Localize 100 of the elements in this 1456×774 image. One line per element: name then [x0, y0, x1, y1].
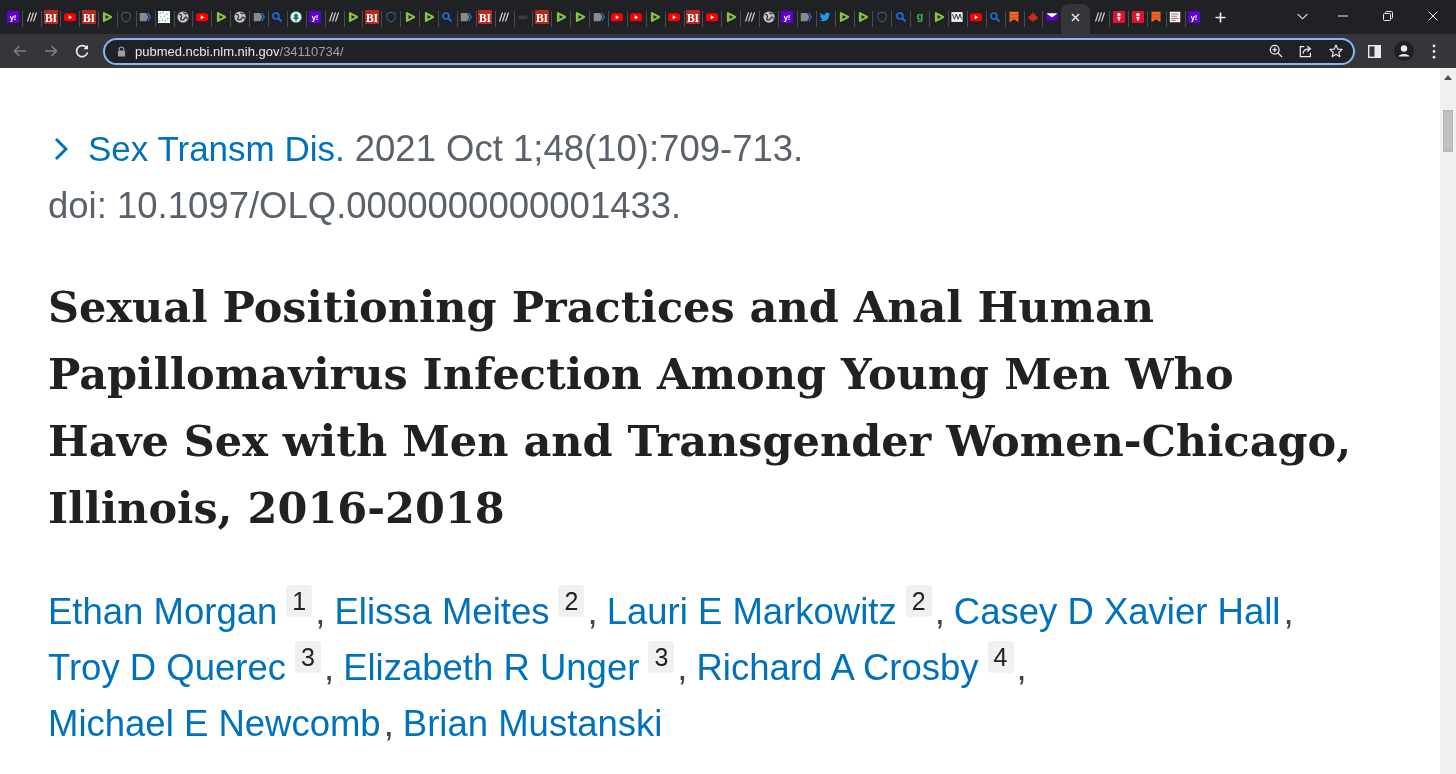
- globe-icon: [233, 11, 246, 23]
- scrollbar-thumb[interactable]: [1443, 110, 1453, 152]
- avatar-icon: [1394, 41, 1414, 61]
- zoom-in-icon: [1269, 44, 1283, 58]
- author-link[interactable]: Lauri E Markowitz: [606, 591, 897, 632]
- browser-tab[interactable]: BI: [79, 4, 98, 34]
- scrollbar[interactable]: [1440, 68, 1456, 774]
- letter-tile-icon: BI: [534, 10, 549, 24]
- browser-tab[interactable]: BI: [41, 4, 61, 34]
- pin-icon: [1131, 11, 1144, 23]
- letter-tile-icon: y!: [781, 11, 794, 23]
- browser-tab[interactable]: BI: [362, 4, 382, 34]
- side-panel-icon: [1367, 44, 1381, 58]
- play-triangle-icon: [346, 11, 359, 23]
- slanted-bars-icon: [328, 11, 341, 23]
- shield-icon: [384, 11, 397, 23]
- browser-tab[interactable]: [1061, 4, 1091, 34]
- author-link[interactable]: Brian Mustanski: [402, 703, 663, 744]
- search-icon: [441, 11, 454, 23]
- video-play-icon: [611, 11, 624, 23]
- shield-icon: [875, 11, 888, 23]
- close-icon[interactable]: [1071, 13, 1081, 22]
- letter-tile-icon: BI: [43, 10, 58, 24]
- tag-arrow-icon: [460, 11, 473, 23]
- video-play-icon: [195, 11, 208, 23]
- globe-icon: [176, 11, 189, 23]
- separator-text: ,: [587, 591, 598, 632]
- separator-text: ,: [324, 647, 335, 688]
- separator-text: ,: [1283, 591, 1294, 632]
- letter-tile-icon: y!: [309, 11, 322, 23]
- journal-link[interactable]: Sex Transm Dis.: [88, 128, 345, 169]
- separator-text: ,: [1016, 647, 1027, 688]
- url-path-text: /34110734/: [279, 43, 344, 59]
- lock-icon: [117, 45, 126, 57]
- affiliation-button[interactable]: 4: [987, 641, 1014, 673]
- slanted-bars-icon: [25, 11, 38, 23]
- author-link[interactable]: Richard A Crosby: [696, 647, 979, 688]
- video-play-icon: [668, 11, 681, 23]
- play-triangle-icon: [554, 11, 567, 23]
- play-triangle-icon: [649, 11, 662, 23]
- affiliation-button[interactable]: 3: [648, 641, 675, 673]
- search-icon: [989, 11, 1002, 23]
- browser-tab[interactable]: BI: [683, 4, 703, 34]
- letter-tile-icon: y!: [6, 11, 19, 23]
- url-host-text: pubmed.ncbi.nlm.nih.gov: [135, 43, 280, 59]
- author-link[interactable]: Elissa Meites: [334, 591, 550, 632]
- play-triangle-icon: [573, 11, 586, 23]
- author-link[interactable]: Troy D Querec: [48, 647, 286, 688]
- play-triangle-icon: [101, 11, 114, 23]
- separator-text: ,: [934, 591, 945, 632]
- tree-icon: [290, 11, 303, 23]
- search-icon: [271, 11, 284, 23]
- play-triangle-icon: [214, 11, 227, 23]
- doi-text: doi: 10.1097/OLQ.0000000000001433.: [48, 185, 682, 226]
- scroll-up-icon[interactable]: [1444, 75, 1452, 80]
- separator-text: ,: [315, 591, 326, 632]
- letter-icon: g: [913, 11, 926, 23]
- chevron-down-icon: [1296, 12, 1308, 20]
- affiliation-button[interactable]: 1: [286, 585, 313, 617]
- video-play-icon: [63, 11, 76, 23]
- chevron-right-icon[interactable]: [54, 136, 68, 161]
- pin-icon: [1112, 11, 1125, 23]
- browser-tab[interactable]: y!: [778, 4, 797, 34]
- tag-arrow-icon: [592, 11, 605, 23]
- envelope-icon: [1045, 11, 1058, 23]
- author-link[interactable]: Elizabeth R Unger: [343, 647, 640, 688]
- restore-icon: [1382, 11, 1393, 21]
- affiliation-button[interactable]: 2: [905, 585, 932, 617]
- citation-text: 2021 Oct 1;48(10):709-713.: [354, 127, 804, 170]
- separator-text: ,: [677, 647, 688, 688]
- affiliation-button[interactable]: 3: [295, 641, 321, 673]
- bird-icon: [819, 11, 832, 23]
- reload-icon: [75, 44, 89, 58]
- separator-text: ,: [383, 703, 394, 744]
- play-triangle-icon: [838, 11, 851, 23]
- search-icon: [894, 11, 907, 23]
- address-field[interactable]: pubmed.ncbi.nlm.nih.gov/34110734/: [103, 37, 1355, 65]
- bookmark-icon: [1008, 11, 1021, 23]
- author-link[interactable]: Casey D Xavier Hall: [953, 591, 1281, 632]
- browser-tab[interactable]: y!: [3, 4, 23, 34]
- share-icon: [1299, 44, 1313, 58]
- letter-tile-icon: BI: [364, 10, 379, 24]
- play-triangle-icon: [857, 11, 869, 23]
- document-icon: [1169, 11, 1182, 23]
- shield-icon: [120, 11, 133, 23]
- author-link[interactable]: Michael E Newcomb: [48, 703, 381, 744]
- letter-tile-icon: BI: [686, 10, 700, 24]
- author-link[interactable]: Ethan Morgan: [48, 591, 278, 632]
- bookmark-icon: [1150, 11, 1163, 23]
- browser-tab[interactable]: g: [910, 4, 930, 34]
- slanted-bars-icon: [1093, 11, 1106, 23]
- affiliation-button[interactable]: 2: [558, 585, 585, 617]
- slanted-bars-icon: [743, 11, 756, 23]
- plus-icon: [1215, 11, 1227, 23]
- tag-arrow-icon: [800, 11, 813, 23]
- browser-tab[interactable]: BI: [532, 4, 552, 34]
- browser-tab[interactable]: y!: [1184, 4, 1204, 34]
- browser-tab[interactable]: y!: [305, 4, 325, 34]
- video-play-icon: [970, 11, 983, 23]
- browser-tab[interactable]: BI: [475, 4, 495, 34]
